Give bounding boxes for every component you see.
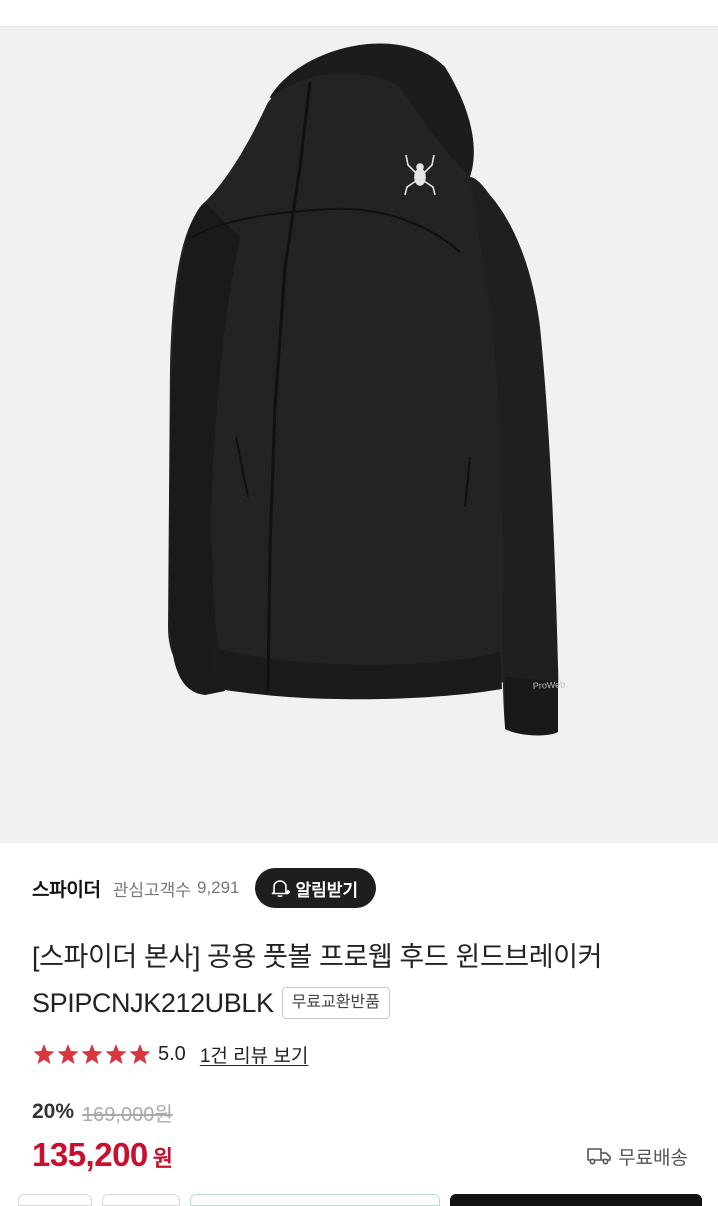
sleeve-logo-text: ProWeb xyxy=(533,679,566,691)
star-icon xyxy=(57,1044,79,1064)
product-title: [스파이더 본사] 공용 풋볼 프로웹 후드 윈드브레이커 SPIPCNJK21… xyxy=(32,934,702,1026)
bottom-button-4[interactable] xyxy=(450,1194,702,1206)
brand-row: 스파이더 관심고객수 9,291 알림받기 xyxy=(32,866,377,910)
brand-name[interactable]: 스파이더 xyxy=(32,875,101,902)
star-icon xyxy=(129,1044,151,1064)
top-bar xyxy=(0,0,718,27)
bottom-button-1[interactable] xyxy=(18,1194,92,1206)
shipping-info: 무료배송 xyxy=(586,1142,688,1170)
star-rating xyxy=(32,1043,152,1065)
shipping-label: 무료배송 xyxy=(618,1147,688,1169)
currency-unit: 원 xyxy=(152,1146,174,1171)
alarm-button-label: 알림받기 xyxy=(295,880,359,900)
star-icon xyxy=(81,1044,103,1064)
price-row: 135,200 원 xyxy=(32,1136,173,1178)
discount-rate: 20% xyxy=(32,1100,75,1123)
star-icon xyxy=(105,1044,127,1064)
product-image[interactable]: ProWeb xyxy=(0,27,718,843)
original-price: 169,000원 xyxy=(82,1103,173,1126)
alarm-button[interactable]: 알림받기 xyxy=(255,868,377,908)
discount-row: 20% 169,000원 xyxy=(32,1096,173,1128)
review-link[interactable]: 1건 리뷰 보기 xyxy=(200,1041,309,1068)
bottom-button-2[interactable] xyxy=(102,1194,180,1206)
sale-price: 135,200 xyxy=(32,1136,148,1173)
truck-icon xyxy=(587,1148,611,1165)
star-icon xyxy=(33,1044,55,1064)
rating-value: 5.0 xyxy=(158,1042,186,1065)
favorites-label: 관심고객수 xyxy=(112,880,191,900)
bottom-button-3[interactable] xyxy=(190,1194,440,1206)
product-code: SPIPCNJK212UBLK xyxy=(32,988,274,1018)
jacket-illustration: ProWeb xyxy=(168,43,566,736)
bottom-action-bar xyxy=(0,1194,718,1206)
rating-row: 5.0 1건 리뷰 보기 xyxy=(32,1038,308,1070)
favorites-count: 9,291 xyxy=(196,878,240,897)
free-return-badge: 무료교환반품 xyxy=(281,987,390,1019)
bell-plus-icon xyxy=(272,880,291,898)
product-title-line1: [스파이더 본사] 공용 풋볼 프로웹 후드 윈드브레이커 xyxy=(32,942,603,972)
